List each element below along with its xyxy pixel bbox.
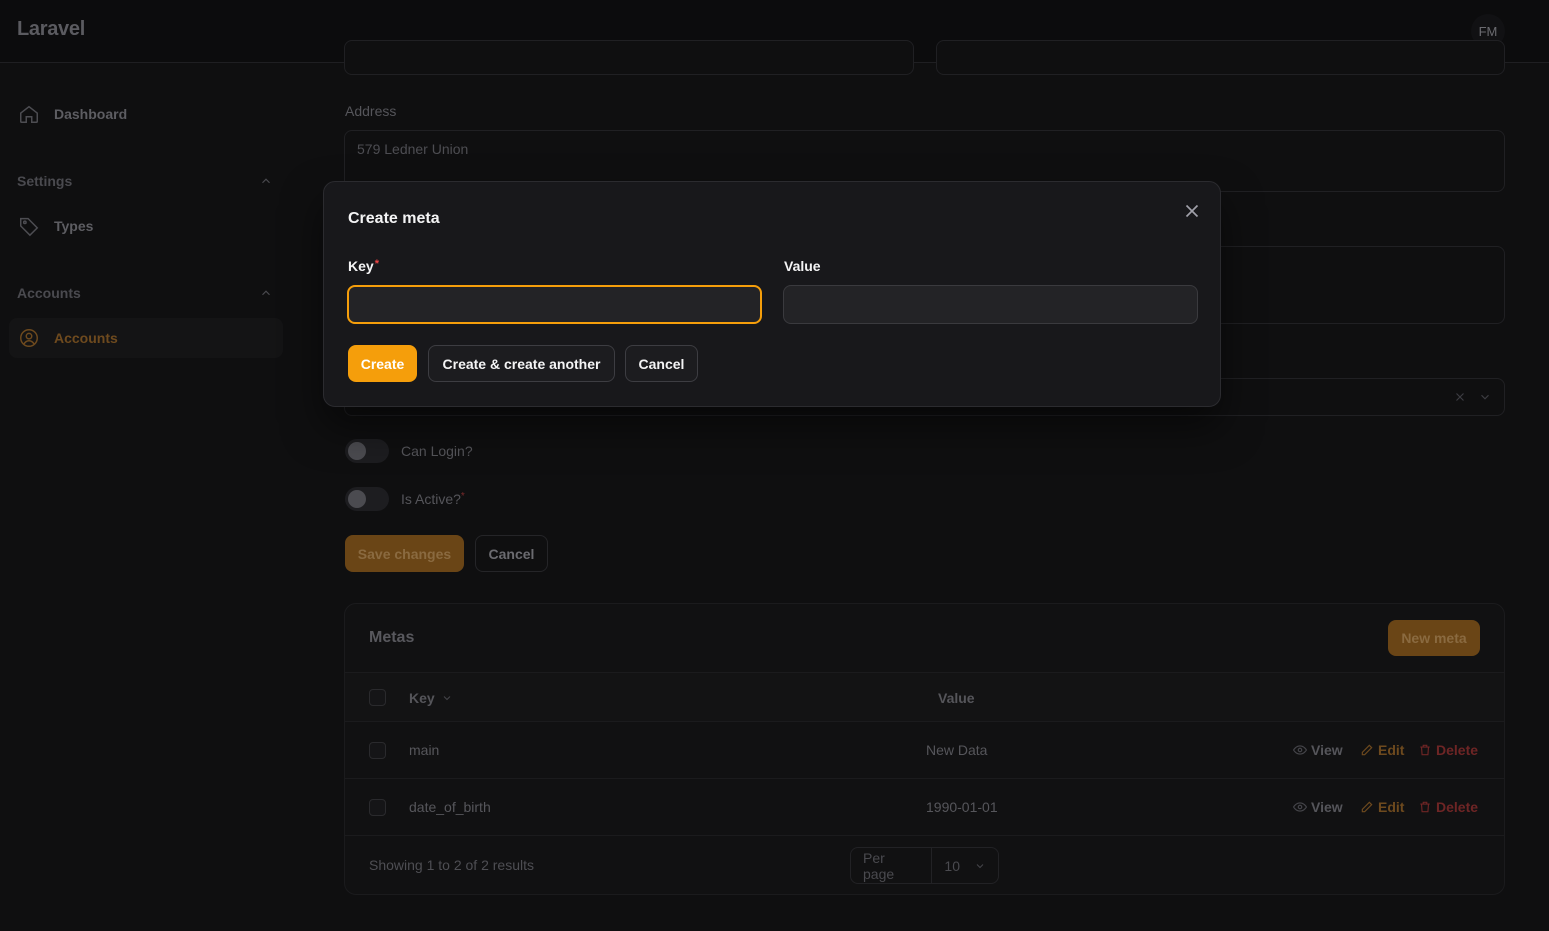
delete-action[interactable]: Delete — [1418, 742, 1478, 758]
phone-field[interactable] — [936, 40, 1505, 75]
create-meta-modal: Create meta Key* Value Create Create & c… — [323, 181, 1221, 407]
row-checkbox[interactable] — [369, 742, 386, 759]
table-row: main New Data View Edit Delete — [345, 722, 1504, 779]
required-marker: * — [374, 258, 379, 270]
eye-icon — [1293, 802, 1307, 812]
brand-logo[interactable]: Laravel — [17, 18, 85, 41]
edit-action[interactable]: Edit — [1360, 799, 1404, 815]
clear-icon[interactable] — [1453, 390, 1467, 404]
sidebar-group-accounts[interactable]: Accounts — [17, 285, 273, 301]
user-circle-icon — [20, 329, 38, 347]
chevron-up-icon — [262, 290, 270, 296]
address-value: 579 Ledner Union — [357, 141, 469, 157]
view-action[interactable]: View — [1293, 742, 1343, 758]
per-page-value[interactable]: 10 — [932, 858, 998, 874]
row-key: main — [409, 742, 440, 758]
sidebar-item-types[interactable]: Types — [9, 206, 283, 246]
new-meta-button[interactable]: New meta — [1388, 620, 1480, 656]
sort-icon — [443, 696, 451, 701]
edit-icon — [1361, 744, 1373, 756]
cancel-form-button[interactable]: Cancel — [475, 535, 548, 572]
email-field[interactable] — [344, 40, 914, 75]
trash-icon — [1420, 744, 1430, 756]
per-page-label: Per page — [851, 848, 933, 883]
sidebar-item-label: Types — [54, 218, 94, 234]
cancel-modal-button[interactable]: Cancel — [625, 345, 698, 382]
can-login-toggle[interactable] — [345, 439, 389, 463]
address-label: Address — [345, 103, 397, 119]
chevron-down-icon — [976, 863, 984, 868]
create-button[interactable]: Create — [348, 345, 417, 382]
key-label: Key* — [348, 258, 379, 274]
tag-icon — [20, 217, 39, 237]
column-value-header: Value — [938, 690, 975, 706]
value-label: Value — [784, 258, 821, 274]
row-value: New Data — [926, 742, 988, 758]
sidebar: Dashboard Settings Types Accounts Accoun… — [0, 63, 296, 931]
per-page-select[interactable]: Per page 10 — [850, 847, 999, 884]
create-another-button[interactable]: Create & create another — [428, 345, 615, 382]
row-key: date_of_birth — [409, 799, 491, 815]
can-login-label: Can Login? — [401, 443, 473, 459]
is-active-toggle[interactable] — [345, 487, 389, 511]
edit-icon — [1361, 801, 1373, 813]
sidebar-item-dashboard[interactable]: Dashboard — [9, 94, 283, 134]
view-action[interactable]: View — [1293, 799, 1343, 815]
page-background: Laravel FM Dashboard Settings Types Acco… — [0, 0, 1549, 931]
value-input[interactable] — [783, 285, 1198, 324]
edit-action[interactable]: Edit — [1360, 742, 1404, 758]
required-marker: * — [460, 491, 465, 502]
select-all-checkbox[interactable] — [369, 689, 386, 706]
sidebar-item-label: Dashboard — [54, 106, 128, 122]
row-value: 1990-01-01 — [926, 799, 998, 815]
metas-title: Metas — [369, 629, 415, 646]
sidebar-group-label: Settings — [17, 173, 73, 189]
home-icon — [20, 105, 38, 123]
close-modal-button[interactable] — [1181, 200, 1203, 222]
sidebar-group-settings[interactable]: Settings — [17, 173, 273, 189]
save-changes-button[interactable]: Save changes — [345, 535, 464, 572]
table-header: Key Value — [345, 672, 1504, 722]
is-active-label: Is Active?* — [401, 491, 465, 507]
sidebar-group-label: Accounts — [17, 285, 81, 301]
close-icon — [1185, 204, 1199, 218]
sidebar-item-label: Accounts — [54, 330, 118, 346]
row-checkbox[interactable] — [369, 799, 386, 816]
key-input[interactable] — [347, 285, 762, 324]
sidebar-item-accounts[interactable]: Accounts — [9, 318, 283, 358]
chevron-down-icon — [1481, 394, 1489, 400]
modal-title: Create meta — [348, 210, 440, 227]
eye-icon — [1293, 745, 1307, 755]
delete-action[interactable]: Delete — [1418, 799, 1478, 815]
table-row: date_of_birth 1990-01-01 View Edit Delet… — [345, 779, 1504, 836]
metas-panel: Metas New meta Key Value main New Data V… — [344, 603, 1505, 895]
trash-icon — [1420, 801, 1430, 813]
column-key-header[interactable]: Key — [409, 690, 453, 706]
chevron-up-icon — [262, 178, 270, 184]
pagination-summary: Showing 1 to 2 of 2 results — [369, 857, 534, 873]
